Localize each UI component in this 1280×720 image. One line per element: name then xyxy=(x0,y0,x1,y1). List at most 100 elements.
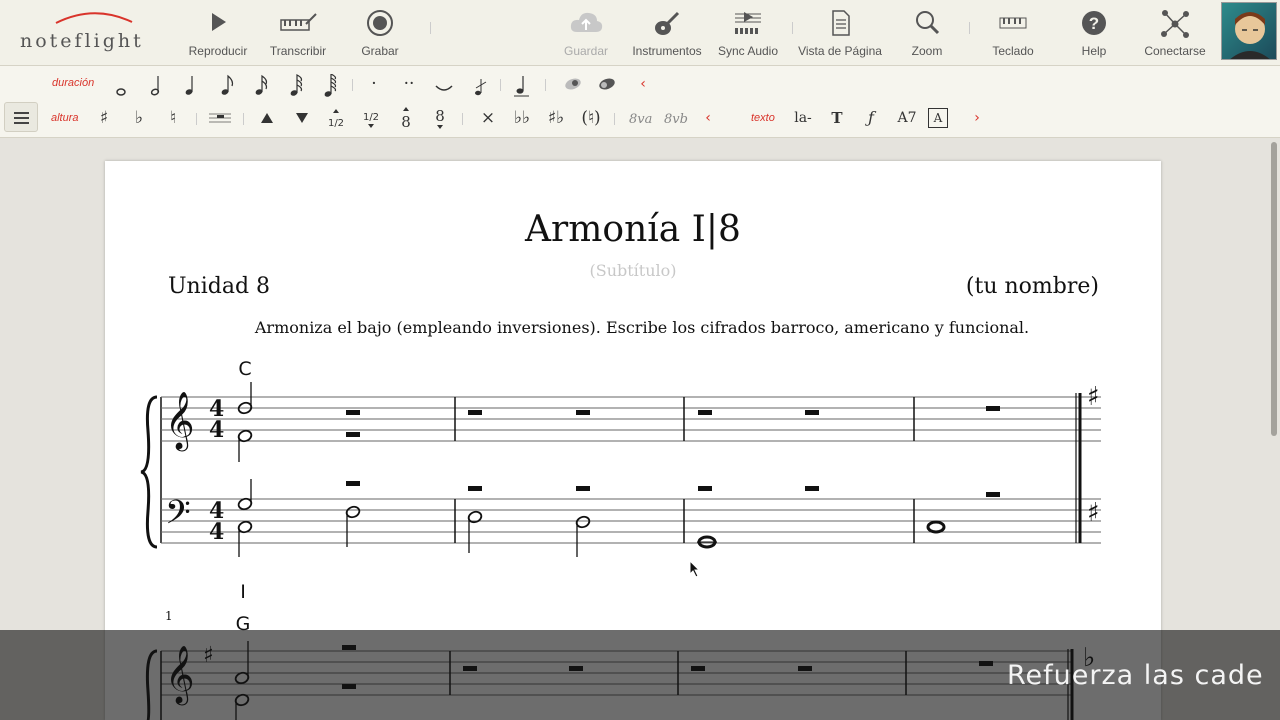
ottava-down-icon[interactable]: 8vb xyxy=(662,106,688,130)
record-icon xyxy=(335,8,425,38)
zoom-label: Zoom xyxy=(911,44,943,58)
play-button[interactable]: Reproducir xyxy=(173,6,263,62)
eighth-note-icon[interactable] xyxy=(216,74,238,98)
dynamics-icon[interactable]: ƒ xyxy=(860,106,882,130)
connect-label: Conectarse xyxy=(1144,44,1206,58)
connect-button[interactable]: Conectarse xyxy=(1130,6,1220,62)
connect-icon xyxy=(1130,8,1220,38)
piano-keyboard-icon xyxy=(968,8,1058,38)
palette-divider xyxy=(352,79,353,91)
duration-collapse-icon[interactable]: ‹ xyxy=(632,72,654,96)
half-step-up-icon[interactable]: 1/2 xyxy=(325,106,347,130)
double-flat-icon[interactable]: ♭♭ xyxy=(511,106,533,130)
palette-divider xyxy=(500,79,501,91)
courtesy-sharp-icon: ♯ xyxy=(1087,498,1100,528)
bass-notes-m3 xyxy=(697,535,717,549)
help-button[interactable]: ? Help xyxy=(1049,6,1139,62)
instruments-button[interactable]: Instrumentos xyxy=(622,6,712,62)
half-step-down-icon[interactable]: 1/2 xyxy=(360,106,382,130)
sixteenth-note-icon[interactable] xyxy=(250,74,272,98)
half-rests xyxy=(346,406,1000,497)
video-caption-bar: Refuerza las cade xyxy=(0,630,1280,720)
caption-text: Refuerza las cade xyxy=(1007,660,1264,691)
scrollbar-thumb[interactable] xyxy=(1271,142,1277,436)
dot-icon[interactable]: · xyxy=(363,72,385,96)
whole-rest xyxy=(986,492,1000,497)
pitch-up-icon[interactable] xyxy=(256,106,278,130)
grace-note-icon[interactable] xyxy=(470,74,492,98)
bass-clef-icon: 𝄢 xyxy=(165,494,191,540)
textbox-button[interactable]: A xyxy=(928,108,948,128)
guitar-icon xyxy=(622,8,712,38)
voice-one-icon[interactable] xyxy=(562,72,584,96)
zoom-button[interactable]: Zoom xyxy=(882,6,972,62)
voice-note-icon[interactable] xyxy=(511,74,533,98)
record-label: Grabar xyxy=(361,44,399,58)
pitch-down-icon[interactable] xyxy=(291,106,313,130)
play-icon xyxy=(173,8,263,38)
chord-symbol-button[interactable]: A7 xyxy=(895,106,919,130)
half-note-icon[interactable] xyxy=(146,74,168,98)
half-step-up-label: 1/2 xyxy=(328,118,344,129)
half-rest xyxy=(468,410,482,415)
octave-down-icon[interactable]: 8 xyxy=(429,106,451,130)
page-view-button[interactable]: Vista de Página xyxy=(795,6,885,62)
noteflight-logo[interactable]: noteflight xyxy=(20,10,160,54)
save-label: Guardar xyxy=(563,44,609,58)
pitch-collapse-icon[interactable]: ‹ xyxy=(697,106,719,130)
logo-arc-icon xyxy=(55,12,133,24)
sharp-icon[interactable]: ♯ xyxy=(93,106,115,130)
svg-text:?: ? xyxy=(1089,14,1099,33)
whole-rest xyxy=(986,406,1000,411)
play-label: Reproducir xyxy=(188,44,248,58)
cloud-save-icon xyxy=(541,8,631,38)
octave-up-icon[interactable]: 8 xyxy=(395,106,417,131)
palette-divider xyxy=(614,113,615,125)
courtesy-sharp-icon: ♯ xyxy=(1087,382,1100,412)
half-rest xyxy=(576,486,590,491)
help-icon: ? xyxy=(1049,8,1139,38)
double-dot-icon[interactable]: ·· xyxy=(398,72,420,96)
palette-divider xyxy=(462,113,463,125)
palette-divider xyxy=(196,113,197,125)
toolbar-divider xyxy=(792,22,793,34)
lyric-button[interactable]: la- xyxy=(791,106,815,130)
quarter-note-icon[interactable] xyxy=(180,74,202,98)
palette-divider xyxy=(243,113,244,125)
record-button[interactable]: Grabar xyxy=(335,6,425,62)
rest-edit-icon[interactable] xyxy=(208,106,231,130)
sync-audio-label: Sync Audio xyxy=(717,44,779,58)
save-button[interactable]: Guardar xyxy=(541,6,631,62)
user-avatar[interactable] xyxy=(1221,2,1277,60)
courtesy-accidental-icon[interactable]: (♮) xyxy=(580,106,602,130)
avatar-face-icon xyxy=(1230,12,1270,59)
whole-note-icon[interactable] xyxy=(110,74,132,98)
bass-notes-m1 xyxy=(237,479,361,557)
double-sharp-icon[interactable]: × xyxy=(477,106,499,130)
text-expand-icon[interactable]: › xyxy=(966,106,988,130)
flat-icon[interactable]: ♭ xyxy=(128,106,150,130)
tie-icon[interactable] xyxy=(433,74,455,98)
thirty-second-note-icon[interactable] xyxy=(285,74,307,98)
treble-notes-m1 xyxy=(237,382,253,462)
treble-clef-icon: 𝄞 xyxy=(165,391,195,452)
mouse-cursor-icon xyxy=(689,560,701,578)
sync-audio-button[interactable]: Sync Audio xyxy=(703,6,793,62)
half-rest xyxy=(576,410,590,415)
text-icon[interactable]: T xyxy=(826,106,848,130)
half-rest xyxy=(698,486,712,491)
keyboard-button[interactable]: Teclado xyxy=(968,6,1058,62)
hamburger-menu-button[interactable] xyxy=(4,102,38,132)
sharp-flat-icon[interactable]: ♯♭ xyxy=(545,106,567,130)
half-rest xyxy=(346,481,360,486)
page-view-label: Vista de Página xyxy=(798,44,882,58)
voice-two-icon[interactable] xyxy=(596,72,618,96)
ottava-up-icon[interactable]: 8va xyxy=(627,106,653,130)
main-toolbar: noteflight Reproducir Transcribir Grabar… xyxy=(0,0,1280,66)
sixty-fourth-note-icon[interactable] xyxy=(319,73,341,98)
transcribe-button[interactable]: Transcribir xyxy=(253,6,343,62)
roman-numeral-label: I xyxy=(240,581,246,603)
half-rest xyxy=(346,410,360,415)
page-view-icon xyxy=(795,8,885,38)
natural-icon[interactable]: ♮ xyxy=(162,106,184,130)
